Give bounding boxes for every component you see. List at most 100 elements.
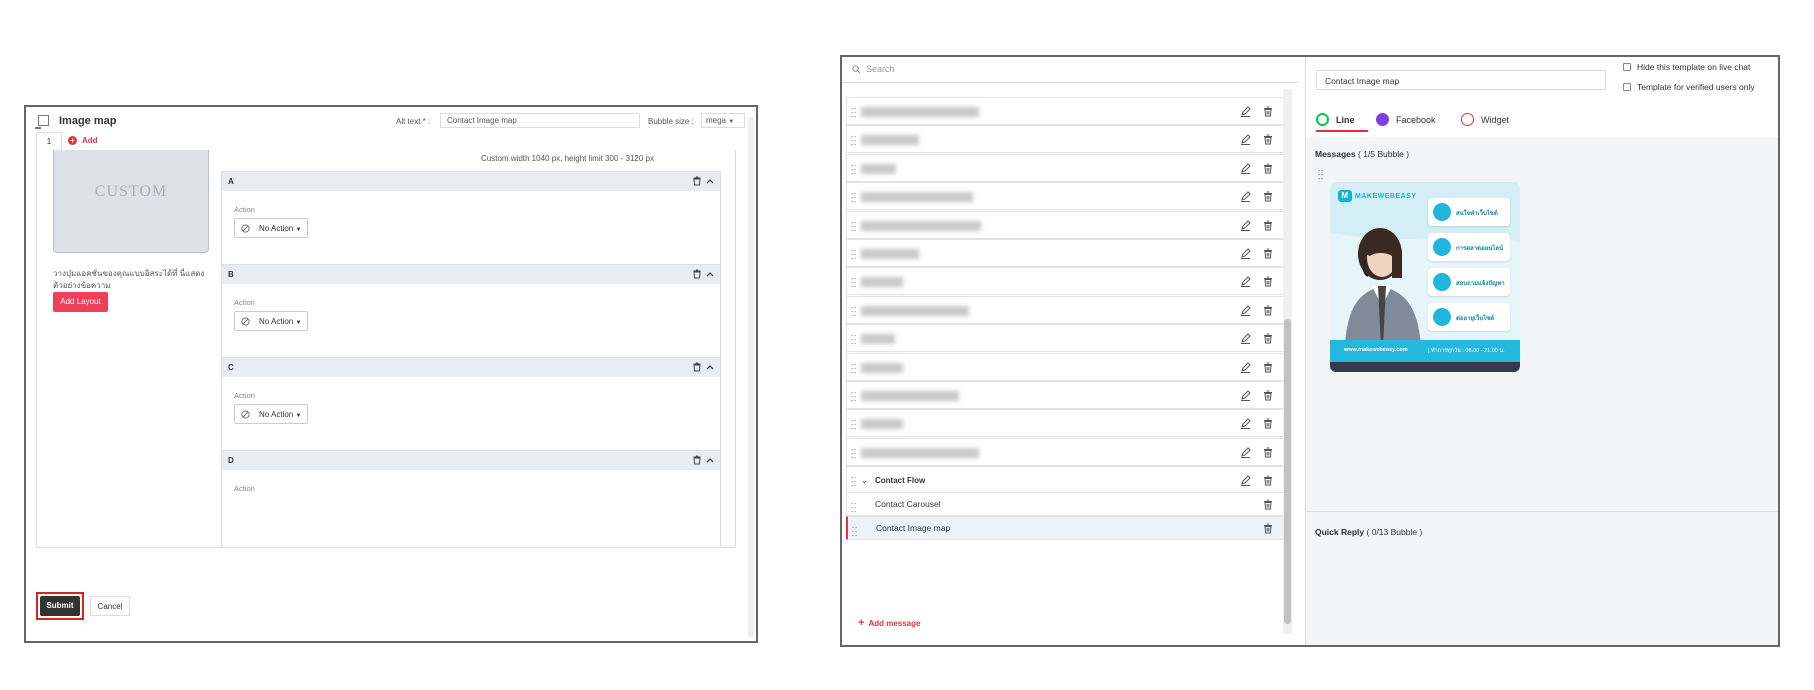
trash-icon[interactable] [1263, 499, 1273, 510]
chevron-down-icon[interactable]: ⌄ [861, 476, 868, 485]
drag-handle-icon[interactable] [851, 277, 856, 288]
cancel-button[interactable]: Cancel [90, 596, 130, 616]
trash-icon[interactable] [1263, 418, 1273, 429]
list-item[interactable] [846, 352, 1286, 381]
drag-handle-icon[interactable] [851, 107, 856, 118]
card-action-button[interactable]: ต่ออายุเว็บไซต์ [1428, 303, 1510, 331]
trash-icon[interactable] [1263, 276, 1273, 287]
action-dropdown[interactable]: No Action ▼ [234, 404, 308, 424]
hide-live-chat-checkbox[interactable]: Hide this template on live chat [1623, 62, 1750, 72]
drag-handle-icon[interactable] [851, 419, 856, 430]
submit-button[interactable]: Submit [40, 596, 80, 616]
template-name-input[interactable]: Contact Image map [1316, 70, 1606, 90]
edit-icon[interactable] [1240, 361, 1251, 373]
list-item[interactable] [846, 125, 1286, 154]
drag-handle-icon[interactable] [851, 164, 856, 175]
list-item[interactable] [846, 153, 1286, 182]
chevron-up-icon[interactable] [705, 176, 715, 186]
edit-icon[interactable] [1240, 191, 1251, 203]
quick-reply-label: Quick Reply [1315, 527, 1365, 537]
drag-handle-icon[interactable] [851, 448, 856, 459]
edit-icon[interactable] [1240, 163, 1251, 174]
trash-icon[interactable] [692, 455, 702, 465]
flow-item[interactable]: Contact Carousel [846, 492, 1286, 517]
card-action-button[interactable]: สนใจทำเว็บไซต์ [1428, 198, 1510, 226]
redacted-text [861, 220, 981, 231]
chevron-up-icon[interactable] [705, 362, 715, 372]
flow-item[interactable]: Contact Image map [846, 516, 1286, 541]
trash-icon[interactable] [1263, 447, 1273, 458]
drag-handle-icon[interactable] [851, 221, 856, 232]
trash-icon[interactable] [1263, 333, 1273, 344]
drag-handle-icon[interactable] [851, 249, 856, 260]
trash-icon[interactable] [692, 176, 702, 186]
list-item[interactable] [846, 295, 1286, 324]
image-map-card[interactable]: M MAKEWEBEASY สนใจทำเว็บไซต์ การตลาดออนไลน… [1330, 182, 1520, 372]
trash-icon[interactable] [1263, 163, 1273, 174]
edit-icon[interactable] [1240, 134, 1251, 146]
card-action-button[interactable]: สอบถามแจ้งปัญหา [1428, 268, 1510, 296]
trash-icon[interactable] [1263, 220, 1273, 231]
list-item[interactable] [846, 409, 1286, 438]
edit-icon[interactable] [1240, 447, 1251, 458]
list-item[interactable] [846, 182, 1286, 211]
list-scrollbar[interactable] [1283, 89, 1292, 634]
trash-icon[interactable] [1263, 191, 1273, 202]
add-tab-button[interactable]: + Add [68, 136, 98, 145]
drag-handle-icon[interactable] [852, 526, 857, 537]
list-item[interactable] [846, 239, 1286, 267]
drag-handle-icon[interactable] [851, 391, 856, 402]
edit-icon[interactable] [1240, 475, 1251, 487]
action-dropdown[interactable]: No Action ▼ [234, 311, 308, 331]
drag-handle-icon[interactable] [851, 476, 856, 487]
drag-handle-icon[interactable] [851, 306, 856, 317]
drag-handle-icon[interactable] [851, 192, 856, 203]
drag-handle-icon[interactable] [851, 502, 856, 513]
list-item[interactable] [846, 324, 1286, 353]
list-item[interactable] [846, 381, 1286, 409]
drag-handle-icon[interactable] [851, 363, 856, 374]
trash-icon[interactable] [692, 269, 702, 279]
list-item[interactable] [846, 97, 1286, 125]
add-message-button[interactable]: + Add message [858, 617, 920, 629]
edit-icon[interactable] [1240, 390, 1251, 401]
drag-handle-icon[interactable] [1318, 169, 1323, 180]
tab-facebook[interactable]: Facebook [1376, 108, 1446, 132]
edit-icon[interactable] [1240, 333, 1251, 345]
trash-icon[interactable] [1263, 305, 1273, 316]
trash-icon[interactable] [692, 362, 702, 372]
edit-icon[interactable] [1240, 219, 1251, 231]
list-item[interactable] [846, 437, 1286, 466]
tab-widget[interactable]: Widget [1461, 108, 1521, 132]
alt-text-input[interactable]: Contact Image map [440, 113, 640, 128]
scroll-thumb[interactable] [1284, 319, 1291, 624]
chevron-up-icon[interactable] [705, 455, 715, 465]
trash-icon[interactable] [1263, 390, 1273, 401]
drag-handle-icon[interactable] [851, 135, 856, 146]
verified-only-checkbox[interactable]: Template for verified users only [1623, 82, 1755, 92]
edit-icon[interactable] [1240, 276, 1251, 288]
trash-icon[interactable] [1263, 362, 1273, 373]
drag-handle-icon[interactable] [851, 334, 856, 345]
add-layout-button[interactable]: Add Layout [53, 292, 108, 312]
tab-1[interactable]: 1 [36, 132, 62, 150]
trash-icon[interactable] [1263, 106, 1273, 117]
edit-icon[interactable] [1240, 248, 1251, 259]
card-action-button[interactable]: การตลาดออนไลน์ [1428, 233, 1510, 261]
list-item[interactable] [846, 210, 1286, 239]
trash-icon[interactable] [1263, 248, 1273, 259]
bubble-size-select[interactable]: mega ▼ [701, 113, 745, 128]
edit-icon[interactable] [1240, 305, 1251, 316]
trash-icon[interactable] [1263, 475, 1273, 486]
scrollbar[interactable] [748, 117, 754, 637]
tab-line[interactable]: Line [1316, 108, 1368, 132]
flow-group-header[interactable]: ⌄ Contact Flow [846, 466, 1286, 495]
trash-icon[interactable] [1263, 523, 1273, 534]
action-dropdown[interactable]: No Action ▼ [234, 218, 308, 238]
search-input[interactable]: Search [842, 57, 1298, 83]
edit-icon[interactable] [1240, 418, 1251, 430]
edit-icon[interactable] [1240, 106, 1251, 117]
list-item[interactable] [846, 267, 1286, 296]
trash-icon[interactable] [1263, 134, 1273, 145]
chevron-up-icon[interactable] [705, 269, 715, 279]
